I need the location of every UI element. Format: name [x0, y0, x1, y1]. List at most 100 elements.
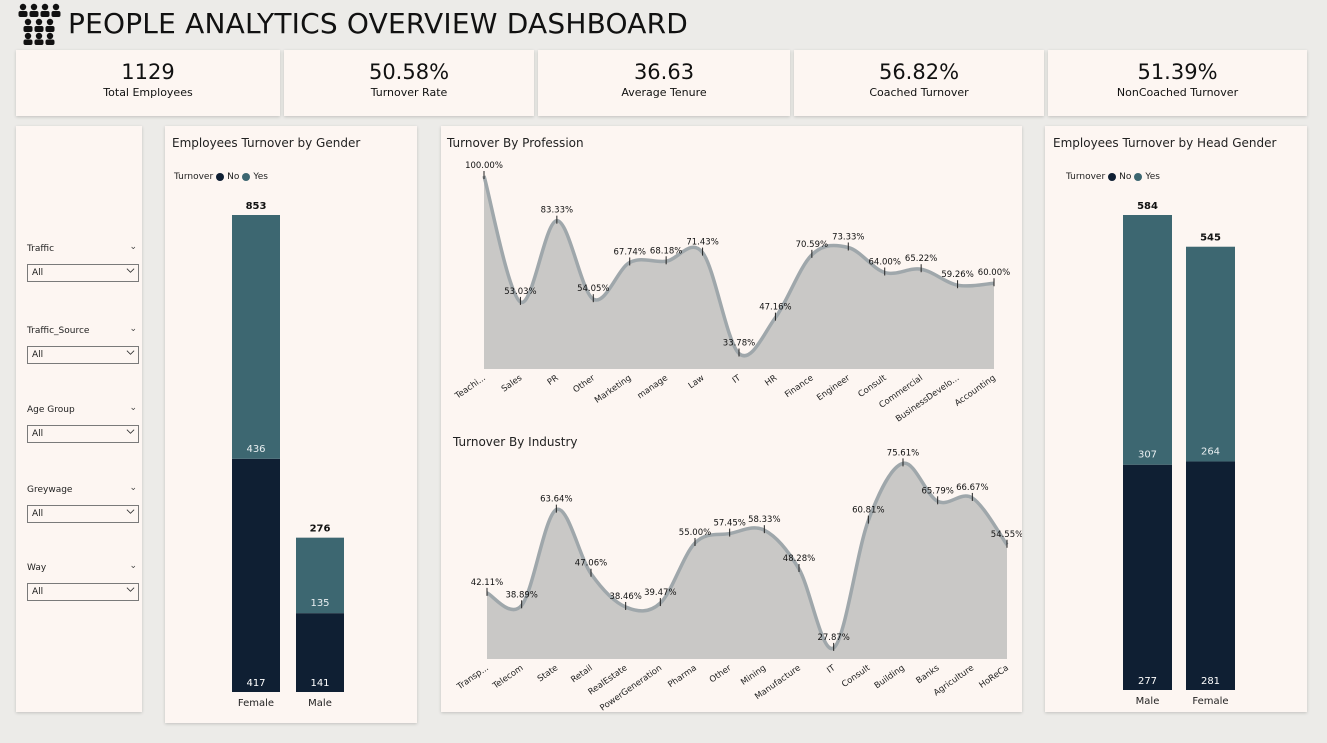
- kpi-value: 1129: [121, 60, 175, 84]
- data-label: 75.61%: [887, 448, 919, 458]
- slicer-label: Traffic_Source ⌄: [27, 324, 137, 336]
- kpi-label: NonCoached Turnover: [1116, 86, 1239, 99]
- data-label: 65.22%: [905, 254, 937, 264]
- kpi-value: 50.58%: [368, 60, 450, 84]
- chevron-down-icon[interactable]: ⌄: [129, 561, 137, 571]
- header: PEOPLE ANALYTICS OVERVIEW DASHBOARD: [16, 0, 688, 46]
- bar-segment-yes: [1123, 215, 1172, 465]
- data-label: 60.00%: [978, 268, 1010, 278]
- total-label: 584: [1137, 201, 1158, 212]
- slicer-way[interactable]: Way ⌄ All: [27, 561, 139, 601]
- category-label: Pharma: [666, 663, 698, 690]
- category-label: Transp...: [455, 663, 491, 692]
- data-label: 264: [1201, 446, 1220, 457]
- slicer-dropdown[interactable]: All: [27, 264, 139, 282]
- chart-panel-profession-industry: Turnover By Profession Turnover By Indus…: [441, 126, 1022, 712]
- slicer-age-group[interactable]: Age Group ⌄ All: [27, 403, 139, 443]
- category-label: Sales: [500, 373, 525, 394]
- data-label: 33.78%: [723, 339, 755, 349]
- data-label: 48.28%: [783, 554, 815, 564]
- data-label: 71.43%: [686, 238, 718, 248]
- bar-segment-yes: [232, 215, 280, 459]
- data-label: 42.11%: [471, 578, 503, 588]
- kpi-card-average-tenure[interactable]: 36.63 Average Tenure: [538, 50, 790, 116]
- chevron-down-icon: [126, 350, 135, 355]
- total-label: 853: [246, 201, 267, 212]
- data-label: 135: [310, 598, 329, 609]
- category-label: Building: [873, 663, 907, 691]
- data-label: 63.64%: [540, 495, 572, 505]
- data-label: 436: [246, 444, 265, 455]
- chevron-down-icon[interactable]: ⌄: [129, 324, 137, 334]
- category-label: Other: [571, 373, 597, 395]
- category-label: HR: [763, 373, 779, 388]
- kpi-card-total-employees[interactable]: 1129 Total Employees: [16, 50, 280, 116]
- data-label: 54.05%: [577, 284, 609, 294]
- category-label: Male: [1136, 696, 1160, 707]
- data-label: 65.79%: [921, 486, 953, 496]
- data-label: 66.67%: [956, 483, 988, 493]
- category-label: Telecom: [490, 663, 525, 692]
- chart-turnover-by-gender[interactable]: Employees Turnover by Gender Turnover No…: [165, 126, 417, 723]
- kpi-value: 56.82%: [878, 60, 960, 84]
- chart-plot[interactable]: 100.00% Teachi... 53.03% Sales 83.33% PR 54.05…: [441, 126, 1022, 712]
- kpi-label: Total Employees: [103, 86, 193, 99]
- category-label: PowerGeneration: [598, 663, 664, 712]
- kpi-label: Turnover Rate: [370, 86, 448, 99]
- data-label: 100.00%: [465, 161, 503, 171]
- category-label: State: [536, 663, 560, 684]
- kpi-value: 36.63: [633, 60, 695, 84]
- chevron-down-icon: [126, 429, 135, 434]
- kpi-card-coached-turnover[interactable]: 56.82% Coached Turnover: [794, 50, 1044, 116]
- category-label: Female: [1192, 696, 1228, 707]
- data-label: 55.00%: [679, 528, 711, 538]
- data-label: 307: [1138, 450, 1157, 461]
- kpi-label: Average Tenure: [621, 86, 707, 99]
- data-label: 60.81%: [852, 506, 884, 516]
- chevron-down-icon[interactable]: ⌄: [129, 483, 137, 493]
- category-label: Engineer: [815, 373, 852, 403]
- category-label: Marketing: [593, 373, 633, 405]
- kpi-card-noncoached-turnover[interactable]: 51.39% NonCoached Turnover: [1048, 50, 1307, 116]
- category-label: Accounting: [953, 373, 998, 408]
- category-label: Male: [308, 698, 332, 709]
- chevron-down-icon: [126, 268, 135, 273]
- data-label: 27.87%: [817, 633, 849, 643]
- slicer-dropdown[interactable]: All: [27, 583, 139, 601]
- category-label: Retail: [569, 663, 594, 685]
- slicer-greywage[interactable]: Greywage ⌄ All: [27, 483, 139, 523]
- data-label: 38.89%: [505, 590, 537, 600]
- data-label: 277: [1138, 676, 1157, 687]
- category-label: Teachi...: [453, 373, 488, 402]
- category-label: Finance: [783, 373, 815, 400]
- category-label: Female: [238, 698, 274, 709]
- category-label: IT: [731, 373, 744, 386]
- data-label: 68.18%: [650, 246, 682, 256]
- chevron-down-icon[interactable]: ⌄: [129, 242, 137, 252]
- category-label: Consult: [856, 373, 889, 400]
- page-title: PEOPLE ANALYTICS OVERVIEW DASHBOARD: [68, 6, 689, 40]
- total-label: 545: [1200, 233, 1221, 244]
- slicer-dropdown[interactable]: All: [27, 505, 139, 523]
- slicer-label: Traffic ⌄: [27, 242, 137, 254]
- kpi-card-turnover-rate[interactable]: 50.58% Turnover Rate: [284, 50, 534, 116]
- people-group-icon: [18, 3, 61, 45]
- data-label: 83.33%: [541, 206, 573, 216]
- category-label: Law: [687, 373, 707, 391]
- data-label: 58.33%: [748, 515, 780, 525]
- slicer-dropdown[interactable]: All: [27, 346, 139, 364]
- slicer-traffic[interactable]: Traffic ⌄ All: [27, 242, 139, 282]
- data-label: 70.59%: [796, 240, 828, 250]
- data-label: 53.03%: [504, 287, 536, 297]
- slicer-label: Greywage ⌄: [27, 483, 137, 495]
- slicer-dropdown[interactable]: All: [27, 425, 139, 443]
- bar-segment-yes: [1186, 246, 1235, 462]
- category-label: Mining: [739, 663, 768, 687]
- chart-turnover-by-head-gender[interactable]: Employees Turnover by Head Gender Turnov…: [1045, 126, 1307, 712]
- slicer-traffic-source[interactable]: Traffic_Source ⌄ All: [27, 324, 139, 364]
- chevron-down-icon[interactable]: ⌄: [129, 403, 137, 413]
- data-label: 39.47%: [644, 588, 676, 598]
- category-label: HoReCa: [978, 663, 1011, 690]
- data-label: 417: [246, 678, 265, 689]
- category-label: Other: [708, 663, 734, 685]
